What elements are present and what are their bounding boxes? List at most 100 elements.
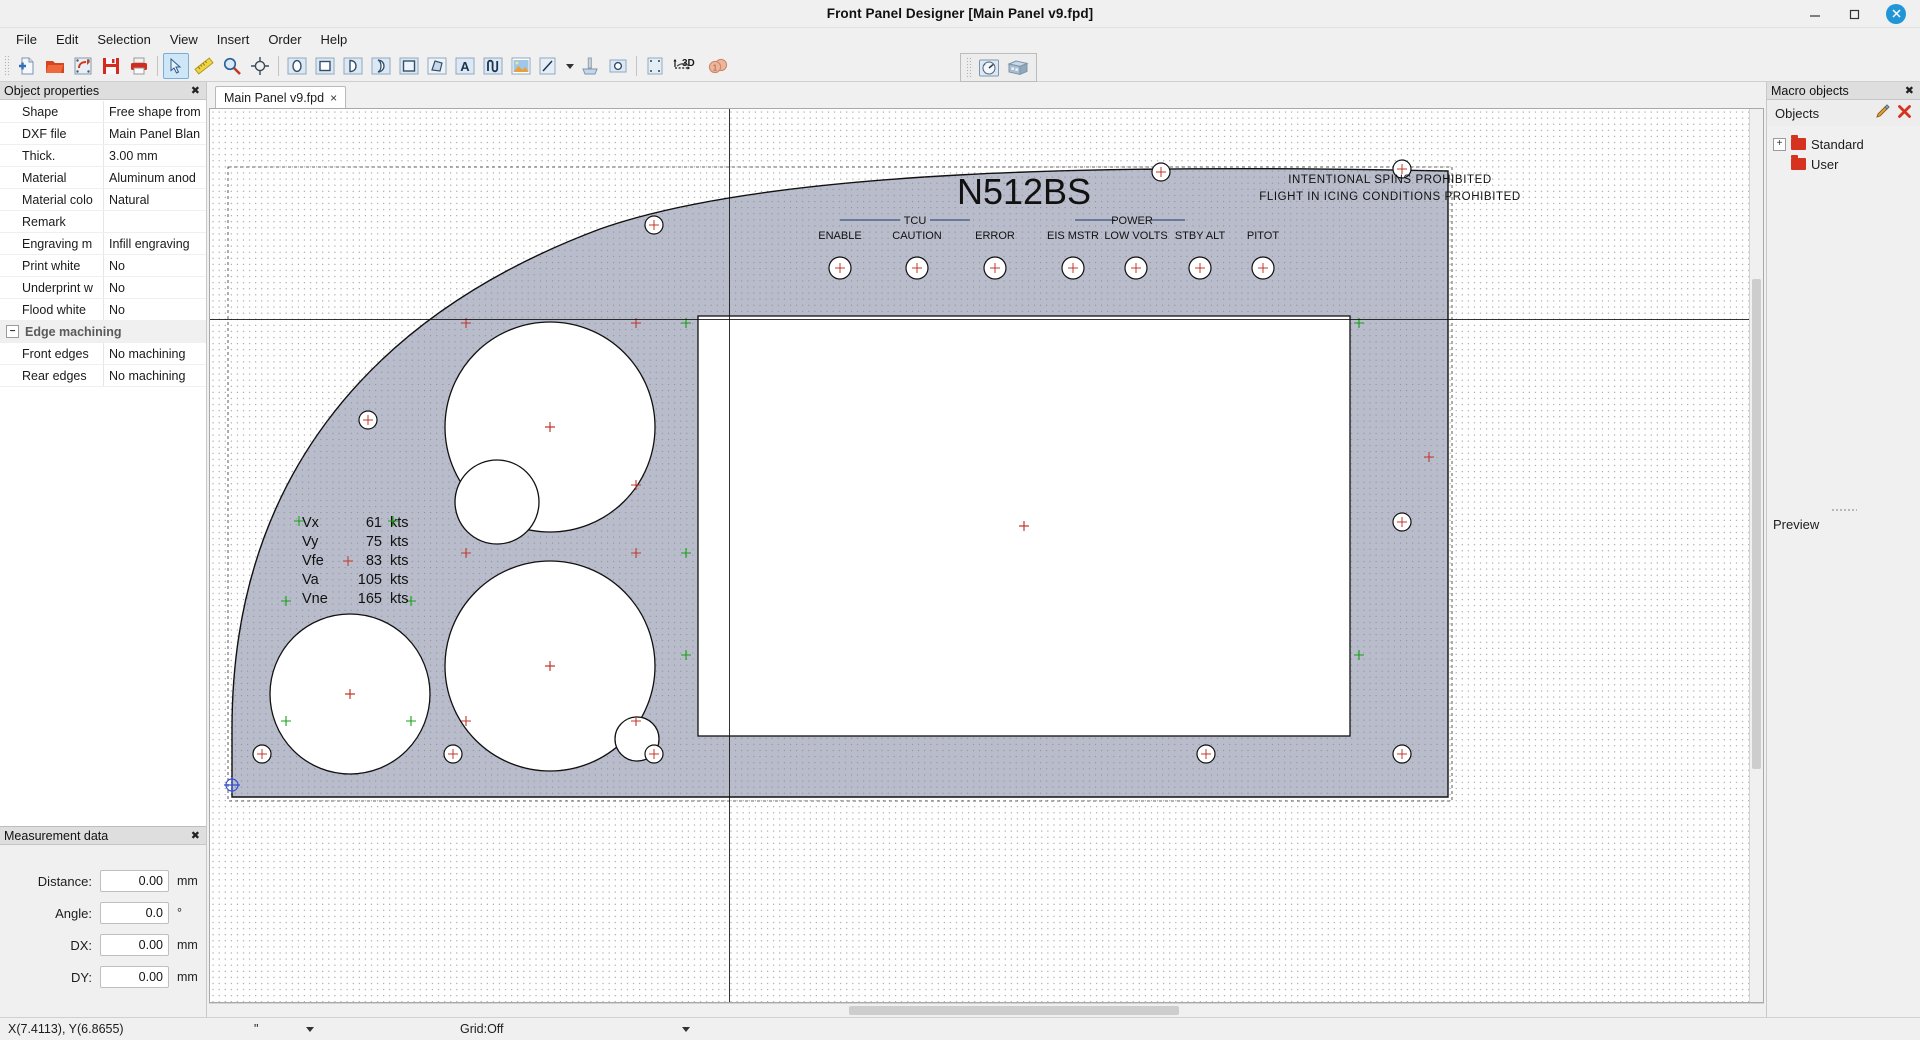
chevron-down-icon[interactable]: [682, 1027, 690, 1032]
measurement-close-icon[interactable]: ✖: [189, 829, 202, 842]
property-value[interactable]: No: [103, 255, 206, 276]
canvas-vertical-scrollbar[interactable]: [1749, 109, 1763, 1002]
macro-objects-close-icon[interactable]: ✖: [1903, 84, 1916, 97]
property-value[interactable]: Free shape from: [103, 101, 206, 122]
chevron-down-icon[interactable]: [306, 1027, 314, 1032]
new-file-icon[interactable]: [14, 53, 40, 79]
property-row[interactable]: Front edgesNo machining: [0, 343, 206, 365]
line-tool-dropdown[interactable]: [564, 53, 575, 79]
circle-tool-icon[interactable]: [284, 53, 310, 79]
property-row[interactable]: Thick.3.00 mm: [0, 145, 206, 167]
measurement-row-distance: Distance: 0.00 mm: [0, 865, 206, 897]
close-button[interactable]: [1886, 4, 1906, 24]
dshape-tool-icon[interactable]: [340, 53, 366, 79]
dy-input[interactable]: 0.00: [100, 966, 169, 988]
property-value[interactable]: Aluminum anod: [103, 167, 206, 188]
property-row[interactable]: DXF fileMain Panel Blan: [0, 123, 206, 145]
import-dxf-icon[interactable]: [70, 53, 96, 79]
menu-view[interactable]: View: [161, 29, 207, 50]
menu-insert[interactable]: Insert: [208, 29, 259, 50]
property-key: DXF file: [0, 127, 103, 141]
drawing-canvas[interactable]: N512BS INTENTIONAL SPINS PROHIBITED FLIG…: [210, 109, 1763, 1002]
angle-input[interactable]: 0.0: [100, 902, 169, 924]
menu-edit[interactable]: Edit: [47, 29, 87, 50]
select-arrow-icon[interactable]: [163, 53, 189, 79]
property-row[interactable]: Engraving mInfill engraving: [0, 233, 206, 255]
tab-main-panel[interactable]: Main Panel v9.fpd ×: [215, 86, 346, 108]
menu-selection[interactable]: Selection: [88, 29, 159, 50]
property-value[interactable]: No: [103, 277, 206, 298]
property-value[interactable]: No machining: [103, 343, 206, 364]
horizontal-scroll-thumb[interactable]: [849, 1006, 1179, 1015]
view-3d-icon[interactable]: 3D: [670, 53, 702, 79]
zoom-icon[interactable]: [219, 53, 245, 79]
square-tool-icon[interactable]: [396, 53, 422, 79]
status-unit-selector[interactable]: ": [246, 1018, 322, 1040]
save-icon[interactable]: [98, 53, 124, 79]
edge-machining-group[interactable]: − Edge machining: [0, 321, 206, 343]
property-row[interactable]: Material coloNatural: [0, 189, 206, 211]
text-tool-icon[interactable]: A: [452, 53, 478, 79]
canvas-area[interactable]: N512BS INTENTIONAL SPINS PROHIBITED FLIG…: [209, 108, 1764, 1003]
dx-input[interactable]: 0.00: [100, 934, 169, 956]
bend-tool-icon[interactable]: [480, 53, 506, 79]
dock-splitter[interactable]: [1767, 504, 1920, 516]
property-row[interactable]: ShapeFree shape from: [0, 101, 206, 123]
property-value[interactable]: No machining: [103, 365, 206, 386]
hole-tool-icon[interactable]: [605, 53, 631, 79]
vertical-scroll-thumb[interactable]: [1752, 279, 1761, 769]
property-key: Print white: [0, 259, 103, 273]
distance-input[interactable]: 0.00: [100, 870, 169, 892]
property-row[interactable]: Rear edgesNo machining: [0, 365, 206, 387]
tree-node-standard[interactable]: + Standard: [1773, 134, 1914, 154]
open-folder-icon[interactable]: [42, 53, 68, 79]
property-row[interactable]: MaterialAluminum anod: [0, 167, 206, 189]
print-icon[interactable]: [126, 53, 152, 79]
menu-file[interactable]: File: [7, 29, 46, 50]
status-grid-selector[interactable]: Grid:Off: [452, 1018, 698, 1040]
property-value[interactable]: No: [103, 299, 206, 320]
tab-close-icon[interactable]: ×: [330, 91, 337, 105]
tree-node-user[interactable]: User: [1773, 154, 1914, 174]
property-value[interactable]: Infill engraving: [103, 233, 206, 254]
gauge-icon[interactable]: [976, 55, 1002, 81]
property-value[interactable]: 3.00 mm: [103, 145, 206, 166]
measure-ruler-icon[interactable]: [191, 53, 217, 79]
polygon-tool-icon[interactable]: [424, 53, 450, 79]
property-row[interactable]: Remark: [0, 211, 206, 233]
canvas-horizontal-scrollbar[interactable]: [209, 1003, 1764, 1017]
property-value[interactable]: [103, 211, 206, 232]
collapse-icon[interactable]: −: [6, 325, 19, 338]
delete-x-icon[interactable]: [1897, 104, 1912, 122]
price-coins-icon[interactable]: 1: [704, 53, 732, 79]
panel-drawing[interactable]: N512BS INTENTIONAL SPINS PROHIBITED FLIG…: [210, 109, 1758, 1003]
property-row[interactable]: Print whiteNo: [0, 255, 206, 277]
object-properties-title: Object properties: [4, 84, 189, 98]
image-tool-icon[interactable]: [508, 53, 534, 79]
minimize-button[interactable]: [1806, 5, 1824, 23]
vspeed-name: Vfe: [302, 553, 324, 569]
tab-strip: Main Panel v9.fpd ×: [207, 82, 1766, 108]
menu-help[interactable]: Help: [312, 29, 357, 50]
property-row[interactable]: Underprint wNo: [0, 277, 206, 299]
line-tool-icon[interactable]: [536, 53, 562, 79]
screw-tool-icon[interactable]: [577, 53, 603, 79]
property-row[interactable]: Flood whiteNo: [0, 299, 206, 321]
curve-tool-icon[interactable]: [368, 53, 394, 79]
rectangle-tool-icon[interactable]: [312, 53, 338, 79]
box-3d-icon[interactable]: [1004, 55, 1032, 81]
pencil-icon[interactable]: [1875, 104, 1891, 123]
crosshair-icon[interactable]: [247, 53, 273, 79]
property-value[interactable]: Main Panel Blan: [103, 123, 206, 144]
property-key: Flood white: [0, 303, 103, 317]
measurement-row-dx: DX: 0.00 mm: [0, 929, 206, 961]
menu-order[interactable]: Order: [259, 29, 310, 50]
toolbar-grip[interactable]: [4, 55, 11, 77]
expand-icon[interactable]: +: [1773, 138, 1786, 151]
window-title: Front Panel Designer [Main Panel v9.fpd]: [0, 6, 1920, 21]
maximize-button[interactable]: [1846, 5, 1864, 23]
panel-tool-icon[interactable]: [642, 53, 668, 79]
floating-toolbar-grip[interactable]: [966, 57, 973, 79]
property-value[interactable]: Natural: [103, 189, 206, 210]
object-properties-close-icon[interactable]: ✖: [189, 84, 202, 97]
